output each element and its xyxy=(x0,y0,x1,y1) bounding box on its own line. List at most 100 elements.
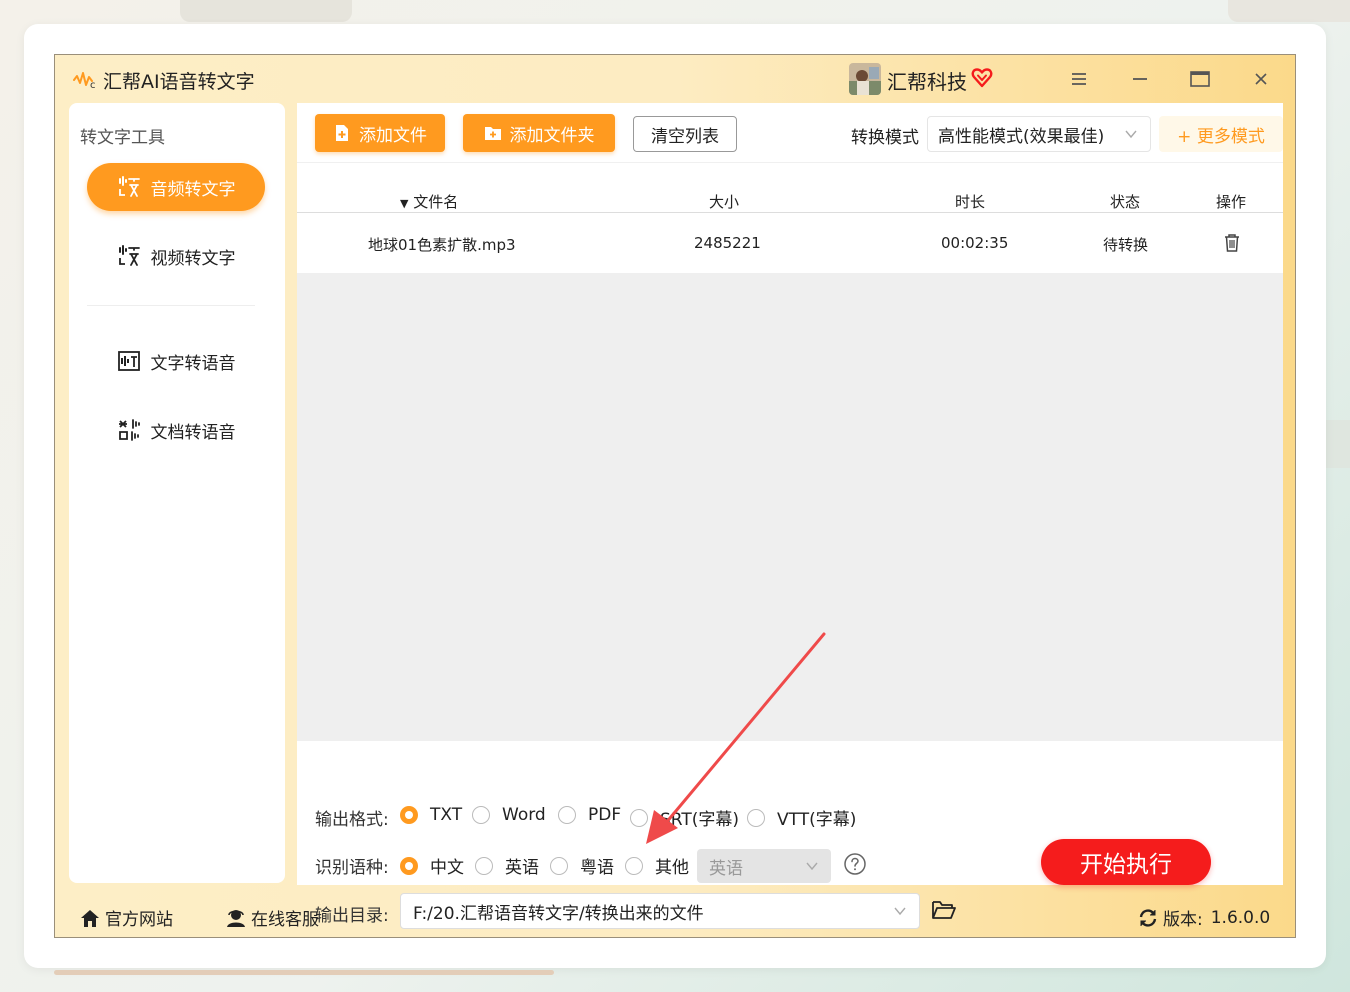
language-radio-chinese[interactable]: 中文 xyxy=(400,853,464,878)
mode-label: 转换模式 xyxy=(851,128,919,148)
clear-list-button[interactable]: 清空列表 xyxy=(633,116,737,152)
column-header-duration: 时长 xyxy=(955,193,986,211)
language-label: 识别语种: xyxy=(315,858,389,878)
output-format-row: 输出格式: TXT Word PDF SRT(字幕) VTT(字幕) xyxy=(297,805,1283,830)
version-label: 版本: xyxy=(1163,910,1203,930)
other-language-select[interactable]: 英语 xyxy=(697,849,831,883)
cell-duration: 00:02:35 xyxy=(941,234,1009,252)
radio-dot xyxy=(400,856,418,875)
sidebar-item-label: 文字转语音 xyxy=(150,353,236,374)
maximize-icon[interactable] xyxy=(1187,67,1213,91)
text-to-speech-icon xyxy=(117,351,140,371)
radio-label: 中文 xyxy=(430,858,464,878)
menu-icon[interactable] xyxy=(1066,67,1092,91)
app-logo-icon: c xyxy=(73,72,96,90)
sidebar-item-label: 文档转语音 xyxy=(150,422,236,443)
chevron-down-icon xyxy=(1125,130,1137,139)
version-value: 1.6.0.0 xyxy=(1210,907,1271,928)
radio-dot xyxy=(400,806,418,824)
cell-filename: 地球01色素扩散.mp3 xyxy=(368,236,516,254)
sidebar: 转文字工具 音频转文字 视频转文字 文字转语音 文档转语音 xyxy=(69,103,285,883)
chevron-down-icon xyxy=(806,862,818,871)
sidebar-item-video-to-text[interactable]: 视频转文字 xyxy=(87,232,265,280)
help-icon[interactable] xyxy=(843,852,867,876)
mode-value: 高性能模式(效果最佳) xyxy=(938,126,1105,147)
home-icon xyxy=(81,909,99,927)
radio-label: TXT xyxy=(430,805,463,825)
output-format-label: 输出格式: xyxy=(315,810,389,830)
background-decoration xyxy=(54,970,554,975)
file-list-empty-area xyxy=(297,273,1283,741)
radio-dot xyxy=(472,806,490,824)
footer: 官方网站 在线客服 版本: 1.6.0.0 xyxy=(55,895,1295,935)
radio-dot xyxy=(558,806,576,824)
radio-dot xyxy=(747,808,765,827)
radio-label: VTT(字幕) xyxy=(777,810,857,830)
main-panel: 添加文件 添加文件夹 清空列表 转换模式 高性能模式(效果最佳) + 更多模式 … xyxy=(297,103,1283,929)
sidebar-item-label: 音频转文字 xyxy=(150,179,236,200)
app-window: c 汇帮AI语音转文字 汇帮科技 转文字工具 音频转文字 视频转文字 文字转语音… xyxy=(54,54,1296,938)
background-decoration xyxy=(1228,0,1350,22)
radio-label: PDF xyxy=(588,805,622,825)
document-to-speech-icon xyxy=(118,419,140,441)
online-service-link[interactable]: 在线客服 xyxy=(225,905,319,930)
brand-avatar xyxy=(849,63,881,95)
add-folder-button[interactable]: 添加文件夹 xyxy=(463,114,615,152)
radio-dot xyxy=(630,808,648,827)
app-title: 汇帮AI语音转文字 xyxy=(103,71,255,93)
background-decoration xyxy=(1326,420,1350,468)
format-radio-txt[interactable]: TXT xyxy=(400,805,462,825)
radio-label: SRT(字幕) xyxy=(660,810,740,830)
add-file-button[interactable]: 添加文件 xyxy=(315,114,445,152)
close-icon[interactable] xyxy=(1248,67,1274,91)
more-modes-button[interactable]: + 更多模式 xyxy=(1159,116,1283,152)
radio-label: 其他 xyxy=(655,858,689,878)
sidebar-item-label: 视频转文字 xyxy=(150,248,236,269)
radio-label: 英语 xyxy=(505,858,539,878)
format-radio-word[interactable]: Word xyxy=(472,805,546,825)
official-website-link[interactable]: 官方网站 xyxy=(79,905,173,930)
add-folder-label: 添加文件夹 xyxy=(509,125,595,146)
radio-dot xyxy=(625,856,643,875)
add-file-label: 添加文件 xyxy=(359,125,427,146)
column-header-size: 大小 xyxy=(709,193,740,211)
format-radio-srt[interactable]: SRT(字幕) xyxy=(630,805,739,830)
trash-icon[interactable] xyxy=(1223,233,1241,253)
format-radio-vtt[interactable]: VTT(字幕) xyxy=(747,805,856,830)
other-language-value: 英语 xyxy=(709,858,743,879)
column-header-actions: 操作 xyxy=(1216,193,1247,211)
video-to-text-icon xyxy=(118,245,140,266)
cell-size: 2485221 xyxy=(694,234,761,252)
column-header-filename[interactable]: ▼ 文件名 xyxy=(400,191,458,212)
add-folder-icon xyxy=(484,127,501,140)
version-info: 版本: 1.6.0.0 xyxy=(1137,905,1270,930)
table-header: ▼ 文件名 大小 时长 状态 操作 xyxy=(297,183,1283,213)
cell-status: 待转换 xyxy=(1103,236,1149,254)
radio-label: Word xyxy=(502,805,546,825)
audio-to-text-icon xyxy=(118,176,140,197)
language-radio-cantonese[interactable]: 粤语 xyxy=(550,853,614,878)
radio-dot xyxy=(475,856,493,875)
sidebar-divider xyxy=(87,305,255,306)
language-radio-english[interactable]: 英语 xyxy=(475,853,539,878)
add-file-icon xyxy=(336,125,348,141)
toolbar: 添加文件 添加文件夹 清空列表 转换模式 高性能模式(效果最佳) + 更多模式 xyxy=(297,103,1283,163)
sidebar-item-document-to-speech[interactable]: 文档转语音 xyxy=(87,406,265,454)
minimize-icon[interactable] xyxy=(1127,67,1153,91)
sidebar-title: 转文字工具 xyxy=(80,128,165,148)
conversion-mode-select[interactable]: 高性能模式(效果最佳) xyxy=(927,116,1151,152)
column-header-status: 状态 xyxy=(1110,193,1141,211)
refresh-icon xyxy=(1139,908,1157,927)
sort-desc-icon: ▼ xyxy=(400,197,409,210)
title-bar: c 汇帮AI语音转文字 汇帮科技 xyxy=(55,55,1295,103)
sidebar-item-text-to-speech[interactable]: 文字转语音 xyxy=(87,337,265,385)
radio-label: 粤语 xyxy=(580,858,614,878)
sidebar-item-audio-to-text[interactable]: 音频转文字 xyxy=(87,163,265,211)
start-button[interactable]: 开始执行 xyxy=(1041,839,1211,885)
column-header-label: 文件名 xyxy=(413,193,459,211)
format-radio-pdf[interactable]: PDF xyxy=(558,805,621,825)
brand-name: 汇帮科技 xyxy=(887,70,967,94)
language-radio-other[interactable]: 其他 xyxy=(625,853,689,878)
table-row[interactable]: 地球01色素扩散.mp3 2485221 00:02:35 待转换 xyxy=(297,215,1283,273)
official-website-label: 官方网站 xyxy=(105,910,173,930)
